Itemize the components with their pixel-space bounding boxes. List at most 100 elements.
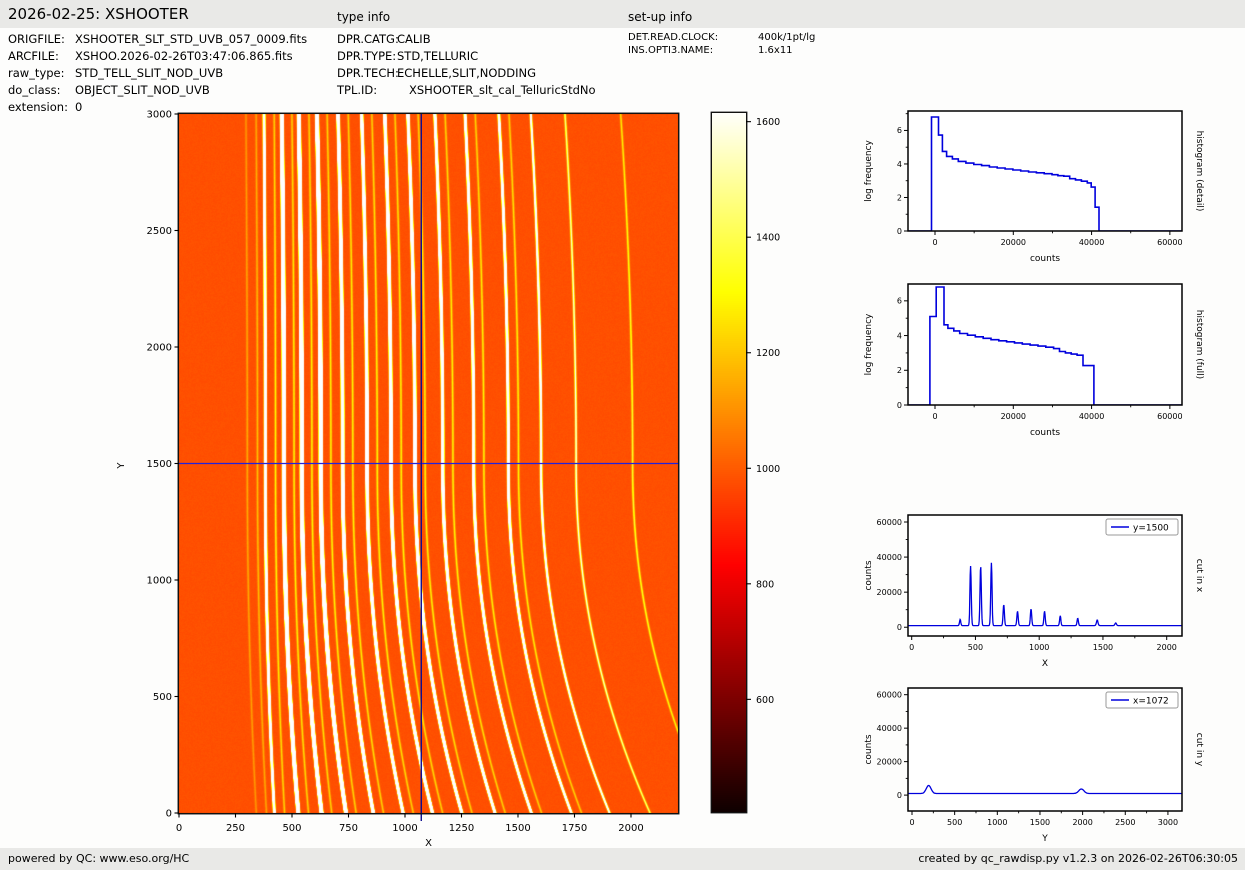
x-tick-label: 0	[909, 818, 914, 827]
series-line	[908, 287, 1182, 405]
meta-label: ARCFILE:	[8, 48, 75, 65]
plot-frame	[908, 284, 1182, 405]
y-tick-label: 1000	[147, 576, 172, 587]
y-tick-label: 1500	[147, 459, 172, 470]
qc-report-page: 2026-02-25: XSHOOTER type info set-up in…	[0, 0, 1245, 870]
meta-label: extension:	[8, 99, 75, 116]
meta-value: XSHOOTER_SLT_STD_UVB_057_0009.fits	[75, 31, 307, 48]
x-tick-label: 1500	[1030, 818, 1050, 827]
setup-info-block: DET.READ.CLOCK: 400k/1pt/lg INS.OPTI3.NAM…	[628, 31, 815, 57]
x-tick-label: 3000	[1158, 818, 1178, 827]
y-tick-label: 2000	[147, 343, 172, 354]
image-yaxis-label: Y	[116, 462, 127, 470]
colorbar-tick-label: 1600	[756, 117, 780, 128]
series-line	[908, 786, 1182, 794]
colorbar-tick-label: 1200	[756, 348, 780, 359]
y-tick-label: 60000	[877, 518, 902, 527]
meta-label: ORIGFILE:	[8, 31, 75, 48]
meta-row-readclock: DET.READ.CLOCK: 400k/1pt/lg	[628, 31, 815, 44]
x-tick-label: 60000	[1157, 412, 1182, 421]
meta-row-arcfile: ARCFILE: XSHOO.2026-02-26T03:47:06.865.fi…	[8, 48, 307, 65]
y-tick-label: 20000	[877, 757, 902, 766]
meta-value: OBJECT_SLIT_NOD_UVB	[75, 82, 210, 99]
colorbar-tick-label: 1000	[756, 464, 780, 475]
y-tick-label: 6	[897, 297, 902, 306]
plot-yaxis-label: log frequency	[864, 139, 874, 201]
plot-yaxis-label: log frequency	[864, 313, 874, 375]
meta-row-opti3: INS.OPTI3.NAME: 1.6x11	[628, 44, 815, 57]
raw-frame-heatmap	[179, 114, 678, 813]
y-tick-label: 2	[897, 193, 902, 202]
series-line	[908, 117, 1182, 231]
y-tick-label: 0	[166, 809, 172, 820]
plot-right-label: cut in y	[1194, 733, 1204, 767]
x-tick-label: 20000	[1001, 412, 1026, 421]
x-tick-label: 0	[176, 823, 182, 834]
plot-frame	[908, 688, 1182, 811]
meta-label: DET.READ.CLOCK:	[628, 31, 758, 44]
x-tick-label: 2500	[1115, 818, 1135, 827]
legend-label: y=1500	[1133, 524, 1169, 534]
x-tick-label: 2000	[618, 823, 643, 834]
y-tick-label: 2500	[147, 226, 172, 237]
meta-value: ECHELLE,SLIT,NODDING	[397, 65, 536, 82]
type-info-header: type info	[337, 10, 390, 24]
y-tick-label: 40000	[877, 724, 902, 733]
meta-label: DPR.CATG:	[337, 31, 397, 48]
colorbar-tick-label: 800	[756, 579, 774, 590]
x-tick-label: 500	[947, 818, 962, 827]
page-title: 2026-02-25: XSHOOTER	[8, 5, 189, 23]
series-line	[908, 563, 1182, 626]
plot-background	[908, 111, 1182, 231]
plot-xaxis-label: counts	[1030, 254, 1060, 264]
meta-row-origfile: ORIGFILE: XSHOOTER_SLT_STD_UVB_057_0009.f…	[8, 31, 307, 48]
y-tick-label: 0	[897, 791, 902, 800]
legend-box	[1106, 519, 1178, 535]
x-tick-label: 60000	[1157, 238, 1182, 247]
meta-label: TPL.ID:	[337, 82, 397, 99]
legend-box	[1106, 692, 1178, 708]
y-tick-label: 60000	[877, 690, 902, 699]
meta-value: XSHOOTER_slt_cal_TelluricStdNo	[409, 82, 596, 99]
meta-row-dprtype: DPR.TYPE: STD,TELLURIC	[337, 48, 596, 65]
x-tick-label: 2000	[1157, 643, 1177, 652]
meta-value: 400k/1pt/lg	[758, 31, 815, 44]
meta-label: DPR.TECH:	[337, 65, 397, 82]
x-tick-label: 1000	[1029, 643, 1049, 652]
meta-value: 1.6x11	[758, 44, 793, 57]
plot-yaxis-label: counts	[864, 560, 874, 590]
x-tick-label: 40000	[1079, 412, 1104, 421]
colorbar-tick-label: 1400	[756, 233, 780, 244]
x-tick-label: 1250	[449, 823, 474, 834]
y-tick-label: 6	[897, 126, 902, 135]
meta-value: XSHOO.2026-02-26T03:47:06.865.fits	[75, 48, 293, 65]
x-tick-label: 750	[339, 823, 358, 834]
x-tick-label: 1000	[987, 818, 1007, 827]
type-info-block: DPR.CATG: CALIB DPR.TYPE: STD,TELLURIC DPR…	[337, 31, 596, 99]
x-tick-label: 0	[909, 643, 914, 652]
meta-row-doclass: do_class: OBJECT_SLIT_NOD_UVB	[8, 82, 307, 99]
setup-info-header: set-up info	[628, 10, 692, 24]
x-tick-label: 2000	[1072, 818, 1092, 827]
meta-value: STD_TELL_SLIT_NOD_UVB	[75, 65, 223, 82]
x-tick-label: 1000	[392, 823, 417, 834]
plot-right-label: cut in x	[1194, 559, 1204, 593]
footer-left-text: powered by QC: www.eso.org/HC	[8, 852, 189, 865]
plot-xaxis-label: Y	[1041, 834, 1048, 844]
y-tick-label: 0	[897, 227, 902, 236]
x-tick-label: 500	[282, 823, 301, 834]
x-tick-label: 20000	[1001, 238, 1026, 247]
x-tick-label: 250	[226, 823, 245, 834]
meta-label: INS.OPTI3.NAME:	[628, 44, 758, 57]
meta-value: STD,TELLURIC	[397, 48, 478, 65]
y-tick-label: 500	[153, 692, 172, 703]
meta-row-tplid: TPL.ID: XSHOOTER_slt_cal_TelluricStdNo	[337, 82, 596, 99]
x-tick-label: 1750	[562, 823, 587, 834]
plot-right-label: histogram (detail)	[1194, 131, 1204, 212]
plot-background	[908, 284, 1182, 405]
y-tick-label: 0	[897, 623, 902, 632]
x-tick-label: 40000	[1079, 238, 1104, 247]
meta-row-dprcatg: DPR.CATG: CALIB	[337, 31, 596, 48]
meta-label: DPR.TYPE:	[337, 48, 397, 65]
plot-xaxis-label: counts	[1030, 428, 1060, 438]
